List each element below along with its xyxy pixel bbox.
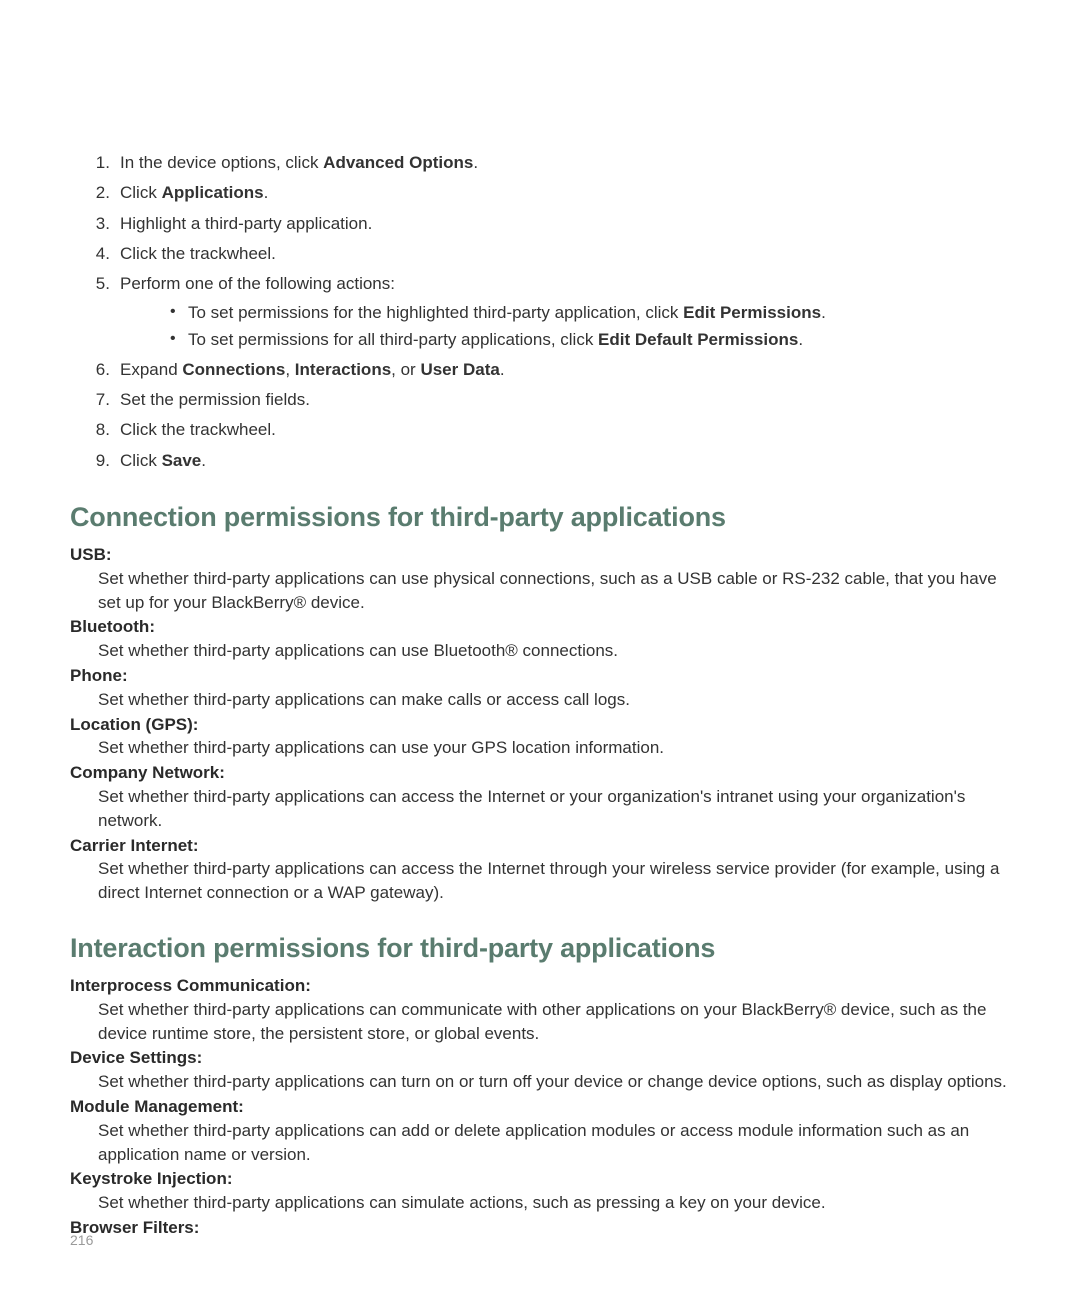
definition-list-interaction: Interprocess Communication:Set whether t… [70,974,1010,1240]
page-number: 216 [70,1232,93,1248]
definition-term: Bluetooth: [70,615,1010,639]
step-item: Click Save. [90,448,1010,474]
definition-term: Keystroke Injection: [70,1167,1010,1191]
document-page: In the device options, click Advanced Op… [0,0,1080,1240]
bold-text: Advanced Options [323,153,473,172]
definition-description: Set whether third-party applications can… [98,1070,1010,1094]
step-item: Click Applications. [90,180,1010,206]
definition-term: Browser Filters: [70,1216,1010,1240]
definition-description: Set whether third-party applications can… [98,688,1010,712]
definition-term: Carrier Internet: [70,834,1010,858]
definition-description: Set whether third-party applications can… [98,998,1010,1046]
bold-text: Save [162,451,202,470]
sub-list-item: To set permissions for all third-party a… [170,327,1010,353]
definition-description: Set whether third-party applications can… [98,1191,1010,1215]
definition-description: Set whether third-party applications can… [98,1119,1010,1167]
sub-list: To set permissions for the highlighted t… [170,300,1010,353]
definition-term: Module Management: [70,1095,1010,1119]
definition-description: Set whether third-party applications can… [98,567,1010,615]
definition-list-connection: USB:Set whether third-party applications… [70,543,1010,905]
bold-text: Applications [162,183,264,202]
definition-term: Interprocess Communication: [70,974,1010,998]
step-item: Set the permission fields. [90,387,1010,413]
definition-term: Location (GPS): [70,713,1010,737]
definition-term: Phone: [70,664,1010,688]
bold-text: Interactions [295,360,391,379]
definition-term: Company Network: [70,761,1010,785]
definition-term: USB: [70,543,1010,567]
step-item: Highlight a third-party application. [90,211,1010,237]
bold-text: Edit Permissions [683,303,821,322]
bold-text: User Data [420,360,499,379]
definition-description: Set whether third-party applications can… [98,785,1010,833]
section-heading-interaction: Interaction permissions for third-party … [70,933,1010,964]
bold-text: Edit Default Permissions [598,330,798,349]
definition-description: Set whether third-party applications can… [98,639,1010,663]
sub-list-item: To set permissions for the highlighted t… [170,300,1010,326]
definition-description: Set whether third-party applications can… [98,736,1010,760]
step-item: Expand Connections, Interactions, or Use… [90,357,1010,383]
step-item: Click the trackwheel. [90,241,1010,267]
definition-term: Device Settings: [70,1046,1010,1070]
bold-text: Connections [182,360,285,379]
steps-list: In the device options, click Advanced Op… [90,150,1010,474]
definition-description: Set whether third-party applications can… [98,857,1010,905]
section-heading-connection: Connection permissions for third-party a… [70,502,1010,533]
step-item: Perform one of the following actions:To … [90,271,1010,352]
step-item: Click the trackwheel. [90,417,1010,443]
step-item: In the device options, click Advanced Op… [90,150,1010,176]
